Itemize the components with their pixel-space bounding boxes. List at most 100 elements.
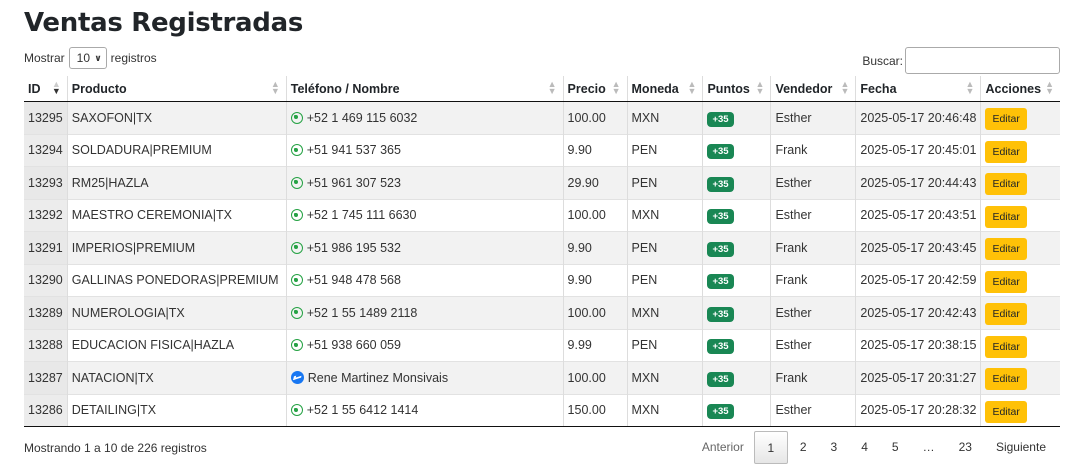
cell-accion: Editar [980,101,1060,134]
sort-arrows-icon: ▲ ▼ [965,79,975,96]
cell-moneda: PEN [627,263,704,297]
cell-puntos: +35 [702,198,772,232]
cell-puntos: +35 [702,133,772,167]
column-header-8[interactable]: Fecha ▲ ▼ [855,76,982,102]
whatsapp-icon [290,144,303,157]
column-header-label: Precio [567,81,606,96]
edit-button[interactable]: Editar [985,238,1027,261]
edit-button[interactable]: Editar [985,140,1027,163]
column-header-3[interactable]: Teléfono / Nombre ▲ ▼ [286,76,564,102]
cell-puntos: +35 [702,231,772,264]
cell-producto: EDUCACION FISICA|HAZLA [67,328,287,362]
column-header-4[interactable]: Precio ▲ ▼ [563,76,628,102]
cell-producto: NATACION|TX [67,361,287,394]
cell-id: 13291 [24,231,68,264]
pagination-page-1[interactable]: 1 [753,431,788,464]
cell-contacto: +52 1 469 115 6032 [286,101,564,134]
table-row: 13295 SAXOFON|TX +52 1 469 115 6032 100.00 M… [24,101,1060,134]
cell-precio: 100.00 [563,361,628,394]
cell-precio: 9.90 [563,263,628,297]
cell-id: 13286 [24,393,68,427]
cell-contacto: +51 941 537 365 [286,133,564,167]
sort-arrows-icon: ▲ ▼ [1045,79,1054,96]
cell-contacto: +51 986 195 532 [286,231,564,264]
sort-arrows-icon: ▲ ▼ [687,79,697,96]
table-row: 13292 MAESTRO CEREMONIA|TX +52 1 745 111 6… [24,198,1060,232]
cell-accion: Editar [980,328,1060,362]
search-input[interactable] [905,47,1060,74]
points-badge: +35 [707,339,734,355]
whatsapp-icon [290,274,303,287]
contact-text: +51 948 478 568 [306,273,401,288]
cell-producto: NUMEROLOGIA|TX [67,296,287,329]
cell-contacto: +51 948 478 568 [286,263,564,297]
cell-vendedor: Esther [770,393,857,427]
pagination: Anterior 1 2 3 4 5… 23 Siguiente [690,431,1058,464]
edit-button[interactable]: Editar [985,173,1027,196]
cell-producto: SOLDADURA|PREMIUM [67,133,287,167]
whatsapp-icon [290,176,303,189]
contact-text: +52 1 469 115 6032 [306,110,418,125]
edit-button[interactable]: Editar [985,205,1027,228]
pagination-page-2[interactable]: 2 [788,431,819,464]
column-header-6[interactable]: Puntos ▲ ▼ [702,76,772,102]
cell-id: 13287 [24,361,68,394]
column-header-label: Moneda [631,81,679,96]
page-length-control: Mostrar 10 ∨ registros [24,47,157,69]
cell-producto: IMPERIOS|PREMIUM [67,231,287,264]
edit-button[interactable]: Editar [985,270,1027,293]
whatsapp-icon [290,339,303,352]
contact-text: +52 1 55 6412 1414 [306,403,419,418]
page-length-select[interactable]: 10 ∨ [68,47,107,69]
column-header-1[interactable]: ID ▲ ▼ [24,76,68,102]
column-header-5[interactable]: Moneda ▲ ▼ [627,76,704,102]
cell-precio: 29.90 [563,166,628,199]
pagination-page-4[interactable]: 4 [849,431,880,464]
cell-accion: Editar [980,166,1060,199]
pagination-page-3[interactable]: 3 [819,431,850,464]
cell-producto: RM25|HAZLA [67,166,287,199]
edit-button[interactable]: Editar [985,368,1027,391]
chevron-down-icon: ∨ [94,52,102,63]
pagination-next[interactable]: Siguiente [984,431,1058,464]
cell-id: 13290 [24,263,68,297]
cell-producto: MAESTRO CEREMONIA|TX [67,198,287,232]
cell-fecha: 2025-05-17 20:42:59 [855,263,982,297]
edit-button[interactable]: Editar [985,335,1027,358]
edit-button[interactable]: Editar [985,303,1027,326]
edit-button[interactable]: Editar [985,108,1027,131]
column-header-9[interactable]: Acciones ▲ ▼ [980,76,1060,102]
edit-button[interactable]: Editar [985,400,1027,423]
column-header-label: Fecha [860,81,897,96]
cell-precio: 150.00 [563,393,628,427]
sort-arrows-icon: ▲ ▼ [547,79,557,96]
contact-text: +51 986 195 532 [306,240,401,255]
pagination-page-23[interactable]: 23 [947,431,984,464]
cell-id: 13289 [24,296,68,329]
cell-accion: Editar [980,393,1060,427]
contact-text: +51 961 307 523 [306,175,401,190]
cell-accion: Editar [980,263,1060,297]
column-header-2[interactable]: Producto ▲ ▼ [67,76,287,102]
pagination-previous[interactable]: Anterior [690,431,754,464]
cell-vendedor: Frank [770,133,857,167]
cell-accion: Editar [980,296,1060,329]
cell-moneda: PEN [627,133,704,167]
points-badge: +35 [707,274,734,290]
table-row: 13287 NATACION|TX Rene Martinez Monsivais 1… [24,361,1060,394]
table-row: 13291 IMPERIOS|PREMIUM +51 986 195 532 9.90… [24,231,1060,264]
whatsapp-icon [290,306,303,319]
cell-producto: GALLINAS PONEDORAS|PREMIUM [67,263,287,297]
pagination-ellipsis: … [922,440,935,454]
cell-moneda: MXN [627,296,704,329]
cell-fecha: 2025-05-17 20:38:15 [855,328,982,362]
cell-vendedor: Frank [770,263,857,297]
table-row: 13286 DETAILING|TX +52 1 55 6412 1414 150.0… [24,393,1060,427]
cell-moneda: PEN [627,231,704,264]
cell-fecha: 2025-05-17 20:44:43 [855,166,982,199]
column-header-7[interactable]: Vendedor ▲ ▼ [770,76,857,102]
pagination-page-5[interactable]: 5 [880,431,911,464]
cell-fecha: 2025-05-17 20:42:43 [855,296,982,329]
length-suffix-label: registros [110,51,157,65]
cell-accion: Editar [980,198,1060,232]
